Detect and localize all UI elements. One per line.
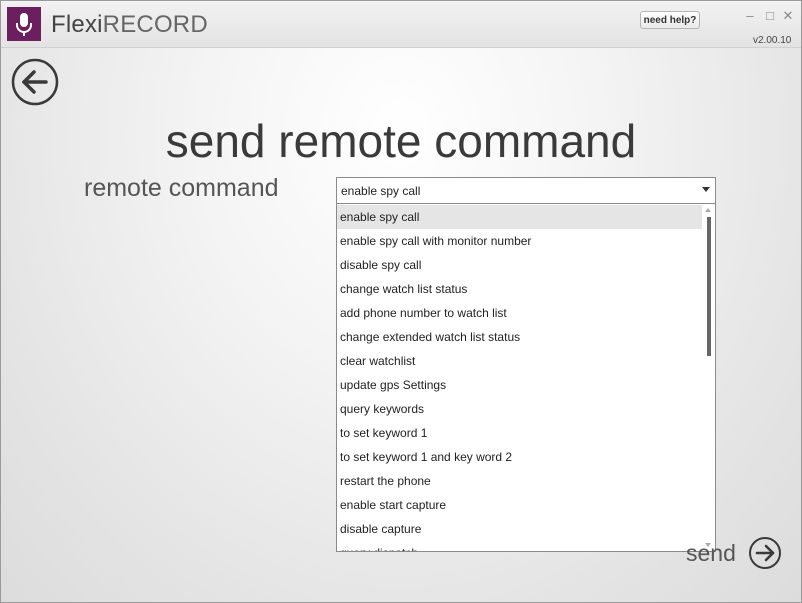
remote-command-select[interactable]: enable spy call: [336, 177, 716, 204]
dropdown-option[interactable]: change extended watch list status: [337, 325, 703, 349]
dropdown-option[interactable]: add phone number to watch list: [337, 301, 703, 325]
dropdown-option[interactable]: disable spy call: [337, 253, 703, 277]
page-title: send remote command: [165, 115, 637, 167]
dropdown-option[interactable]: enable spy call: [337, 205, 703, 229]
need-help-button[interactable]: need help?: [640, 11, 700, 29]
send-label[interactable]: send: [686, 540, 736, 567]
version-label: v2.00.10: [753, 35, 792, 46]
dropdown-option[interactable]: query keywords: [337, 397, 703, 421]
dropdown-option[interactable]: update gps Settings: [337, 373, 703, 397]
arrow-right-circle-icon: [749, 537, 781, 569]
scroll-up-arrow-icon[interactable]: [705, 208, 711, 212]
dropdown-option[interactable]: enable start capture: [337, 493, 703, 517]
dropdown-option[interactable]: to set keyword 1 and key word 2: [337, 445, 703, 469]
arrow-left-circle-icon: [11, 58, 59, 106]
remote-command-dropdown-list[interactable]: enable spy call enable spy call with moni…: [336, 203, 716, 552]
dropdown-option[interactable]: query dispatch: [337, 541, 703, 551]
app-logo: [7, 7, 41, 41]
app-title-record: RECORD: [102, 11, 208, 38]
chevron-down-icon[interactable]: [702, 187, 710, 192]
minimize-button[interactable]: –: [742, 8, 758, 24]
microphone-icon: [16, 13, 32, 36]
dropdown-option[interactable]: restart the phone: [337, 469, 703, 493]
select-current-value: enable spy call: [341, 184, 421, 198]
dropdown-option[interactable]: clear watchlist: [337, 349, 703, 373]
dropdown-option[interactable]: disable capture: [337, 517, 703, 541]
close-button[interactable]: ✕: [780, 8, 796, 24]
send-button[interactable]: [748, 536, 782, 570]
dropdown-scrollbar[interactable]: [702, 204, 715, 551]
scroll-thumb[interactable]: [707, 217, 711, 356]
dropdown-option[interactable]: change watch list status: [337, 277, 703, 301]
remote-command-label: remote command: [84, 174, 279, 202]
title-bar: FlexiRECORD need help? – □ ✕ v2.00.10: [1, 1, 801, 48]
dropdown-option[interactable]: to set keyword 1: [337, 421, 703, 445]
options-list: enable spy call enable spy call with moni…: [337, 205, 703, 551]
maximize-button[interactable]: □: [762, 8, 778, 24]
dropdown-option[interactable]: enable spy call with monitor number: [337, 229, 703, 253]
back-button[interactable]: [11, 58, 59, 106]
app-title-flexi: Flexi: [51, 11, 103, 38]
app-title: FlexiRECORD: [51, 11, 208, 39]
